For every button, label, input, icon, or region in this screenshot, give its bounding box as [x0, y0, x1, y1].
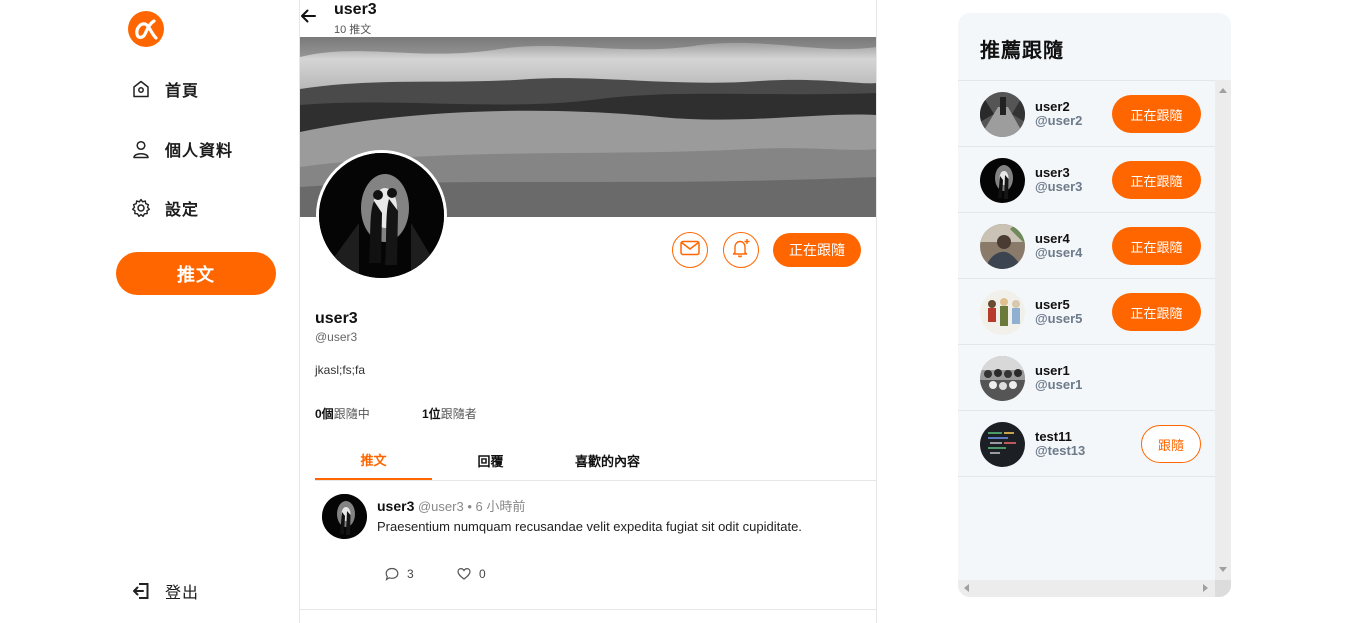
- vertical-scrollbar[interactable]: [1215, 80, 1231, 580]
- user-name: test11: [1035, 429, 1072, 444]
- tab-tweets[interactable]: 推文: [315, 440, 432, 480]
- profile-main: user3 10 推文 正在跟隨 user3 @user3 jkasl;fs;f…: [299, 0, 877, 623]
- profile-handle: @user3: [315, 330, 358, 344]
- following-button[interactable]: 正在跟隨: [1112, 161, 1201, 199]
- followers-label: 跟隨者: [440, 407, 477, 421]
- tweet-count: 10 推文: [334, 24, 372, 36]
- logout-label: 登出: [165, 585, 200, 602]
- list-item[interactable]: user2 @user2 正在跟隨: [958, 81, 1215, 147]
- user-handle: @test13: [1035, 443, 1086, 458]
- sidebar-item-profile[interactable]: 個人資料: [130, 136, 233, 162]
- user-handle: @user2: [1035, 113, 1083, 128]
- sidebar-item-label: 設定: [165, 202, 200, 219]
- recommend-list[interactable]: user2 @user2 正在跟隨 user3 @user3 正在跟隨 user…: [958, 80, 1215, 580]
- reply-button[interactable]: 3: [385, 567, 414, 581]
- tweet-handle: @user3: [417, 499, 464, 514]
- logout-button[interactable]: 登出: [130, 578, 199, 604]
- following-button[interactable]: 正在跟隨: [773, 233, 861, 267]
- user-handle: @user3: [1035, 179, 1083, 194]
- sidebar-item-settings[interactable]: 設定: [130, 195, 199, 221]
- home-icon: [130, 78, 152, 100]
- scrollbar-corner: [1215, 580, 1231, 597]
- scroll-left-icon[interactable]: [964, 584, 969, 592]
- avatar[interactable]: [980, 356, 1025, 401]
- gear-icon: [130, 197, 152, 219]
- profile-tabs: 推文 回覆 喜歡的內容: [315, 440, 876, 481]
- avatar[interactable]: [980, 92, 1025, 137]
- following-button[interactable]: 正在跟隨: [1112, 95, 1201, 133]
- user-name: user2: [1035, 99, 1070, 114]
- like-button[interactable]: 0: [457, 567, 486, 581]
- tweet-author[interactable]: user3: [377, 498, 414, 514]
- list-item[interactable]: test11 @test13 跟隨: [958, 411, 1215, 477]
- tweet-header: user3 @user3 • 6 小時前: [377, 496, 525, 515]
- following-stat[interactable]: 0個跟隨中: [315, 405, 370, 422]
- logout-icon: [130, 580, 152, 602]
- user-handle: @user1: [1035, 377, 1083, 392]
- follow-button[interactable]: 跟隨: [1141, 425, 1201, 463]
- tweet-text: Praesentium numquam recusandae velit exp…: [377, 519, 802, 534]
- arrow-left-icon[interactable]: [300, 8, 316, 24]
- user-name: user3: [1035, 165, 1070, 180]
- recommend-panel: 推薦跟隨 user2 @user2 正在跟隨 user3 @user3 正在跟隨…: [958, 13, 1231, 597]
- tweet-time: • 6 小時前: [467, 499, 526, 514]
- followers-stat[interactable]: 1位跟隨者: [422, 405, 477, 422]
- bell-plus-icon: [730, 237, 752, 264]
- user-icon: [130, 138, 152, 160]
- user-handle: @user5: [1035, 311, 1083, 326]
- horizontal-scrollbar[interactable]: [958, 580, 1231, 597]
- user-name: user1: [1035, 363, 1070, 378]
- following-count: 0個: [315, 407, 334, 421]
- scroll-right-icon[interactable]: [1203, 584, 1208, 592]
- alpha-logo-icon[interactable]: [127, 10, 165, 48]
- recommend-title: 推薦跟隨: [980, 40, 1064, 62]
- sidebar-item-home[interactable]: 首頁: [130, 76, 199, 102]
- message-button[interactable]: [672, 232, 708, 268]
- tweet-avatar[interactable]: [322, 494, 367, 539]
- tweet-button[interactable]: 推文: [116, 252, 276, 295]
- list-item[interactable]: user3 @user3 正在跟隨: [958, 147, 1215, 213]
- user-handle: @user4: [1035, 245, 1083, 260]
- followers-count: 1位: [422, 407, 441, 421]
- comment-icon: [385, 567, 399, 581]
- list-item[interactable]: user5 @user5 正在跟隨: [958, 279, 1215, 345]
- reply-count: 3: [407, 567, 414, 581]
- following-button[interactable]: 正在跟隨: [1112, 227, 1201, 265]
- profile-bio: jkasl;fs;fa: [315, 363, 366, 377]
- list-item[interactable]: user4 @user4 正在跟隨: [958, 213, 1215, 279]
- left-sidebar: 首頁 個人資料 設定 推文 登出: [0, 0, 300, 623]
- sidebar-item-label: 個人資料: [165, 143, 234, 160]
- list-item[interactable]: user1 @user1: [958, 345, 1215, 411]
- following-button[interactable]: 正在跟隨: [1112, 293, 1201, 331]
- scroll-up-icon[interactable]: [1219, 88, 1227, 93]
- following-label: 跟隨中: [333, 407, 370, 421]
- avatar[interactable]: [980, 290, 1025, 335]
- avatar[interactable]: [980, 224, 1025, 269]
- mail-icon: [680, 240, 700, 261]
- profile-avatar[interactable]: [316, 150, 447, 281]
- user-name: user5: [1035, 297, 1070, 312]
- user-name: user4: [1035, 231, 1070, 246]
- avatar[interactable]: [980, 158, 1025, 203]
- tab-likes[interactable]: 喜歡的內容: [549, 440, 666, 480]
- scroll-down-icon[interactable]: [1219, 567, 1227, 572]
- tweet-card[interactable]: user3 @user3 • 6 小時前 Praesentium numquam…: [300, 481, 876, 610]
- like-count: 0: [479, 567, 486, 581]
- tab-replies[interactable]: 回覆: [432, 440, 549, 480]
- heart-icon: [457, 567, 471, 581]
- page-title: user3: [334, 1, 377, 18]
- profile-header: user3 10 推文: [300, 0, 876, 37]
- notify-button[interactable]: [723, 232, 759, 268]
- sidebar-item-label: 首頁: [165, 83, 200, 100]
- avatar[interactable]: [980, 422, 1025, 467]
- profile-name: user3: [315, 310, 358, 327]
